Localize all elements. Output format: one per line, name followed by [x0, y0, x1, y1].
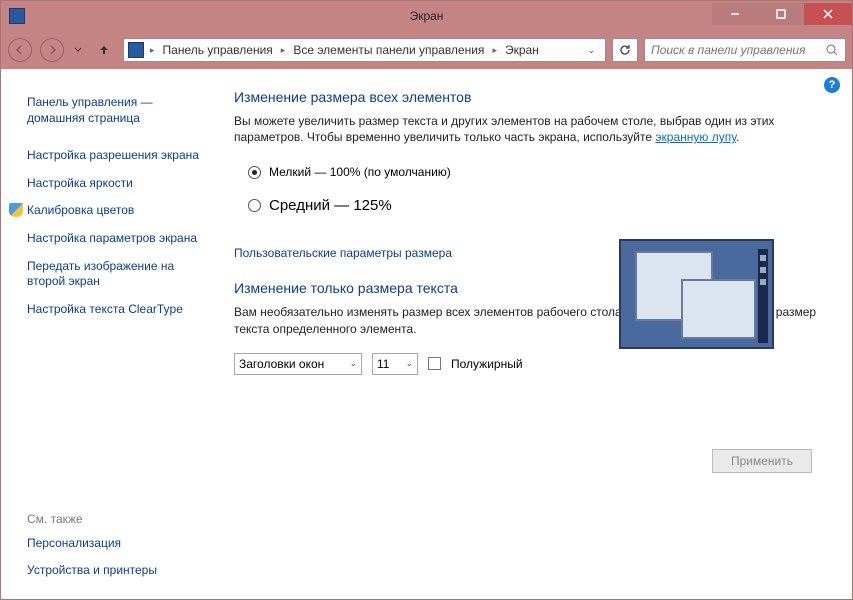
help-icon[interactable]: ? [824, 77, 840, 93]
minimize-button[interactable] [712, 3, 758, 25]
breadcrumb-separator: ▸ [146, 45, 159, 56]
window-title: Экран [410, 9, 444, 23]
apply-button[interactable]: Применить [712, 449, 812, 473]
back-arrow-icon [8, 38, 32, 62]
forward-button[interactable] [39, 37, 65, 63]
sidebar-link-project[interactable]: Передать изображение на второй экран [27, 253, 206, 296]
window-controls [712, 7, 852, 25]
titlebar[interactable]: Экран [1, 1, 852, 31]
sidebar-link-display-settings[interactable]: Настройка параметров экрана [27, 225, 206, 253]
address-dropdown-icon[interactable]: ⌄ [581, 45, 601, 56]
breadcrumb-separator: ▸ [488, 45, 501, 56]
content-area: ? Панель управления — домашняя страница … [1, 69, 852, 599]
forward-arrow-icon [40, 38, 64, 62]
breadcrumb-item[interactable]: Все элементы панели управления [291, 43, 486, 57]
sidebar-link-brightness[interactable]: Настройка яркости [27, 170, 206, 198]
address-bar[interactable]: ▸ Панель управления ▸ Все элементы панел… [123, 38, 606, 62]
maximize-icon [776, 9, 786, 19]
magnifier-link[interactable]: экранную лупу [655, 130, 736, 144]
refresh-icon [618, 43, 632, 57]
sidebar-link-resolution[interactable]: Настройка разрешения экрана [27, 142, 206, 170]
chevron-down-icon: ⌄ [405, 358, 413, 369]
breadcrumb-item[interactable]: Экран [503, 43, 541, 57]
see-also-heading: См. также [27, 504, 206, 530]
see-also-personalization[interactable]: Персонализация [27, 530, 206, 558]
chevron-down-icon: ⌄ [349, 358, 357, 369]
sidebar-link-cleartype[interactable]: Настройка текста ClearType [27, 296, 206, 324]
radio-icon [248, 199, 261, 212]
search-box[interactable] [644, 38, 846, 62]
radio-label: Мелкий — 100% (по умолчанию) [269, 165, 451, 179]
desc-resize-all: Вы можете увеличить размер текста и друг… [234, 113, 822, 145]
maximize-button[interactable] [758, 3, 804, 25]
search-input[interactable] [651, 43, 825, 57]
bold-checkbox[interactable] [428, 357, 441, 370]
breadcrumb-separator: ▸ [277, 45, 290, 56]
bold-label: Полужирный [451, 357, 523, 371]
sidebar: Панель управления — домашняя страница На… [1, 69, 216, 599]
select-value: Заголовки окон [239, 357, 324, 371]
minimize-icon [730, 9, 740, 19]
select-value: 11 [377, 357, 389, 371]
up-arrow-icon [98, 44, 110, 56]
up-button[interactable] [91, 37, 117, 63]
back-button[interactable] [7, 37, 33, 63]
sidebar-link-calibration[interactable]: Калибровка цветов [27, 197, 206, 225]
history-dropdown[interactable] [71, 37, 85, 63]
preview-illustration [619, 239, 774, 349]
radio-label: Средний — 125% [269, 197, 392, 214]
close-button[interactable] [804, 3, 852, 25]
radio-option-medium[interactable]: Средний — 125% [234, 193, 822, 234]
main-panel: Изменение размера всех элементов Вы може… [216, 69, 852, 599]
desc-text: . [736, 130, 739, 144]
refresh-button[interactable] [612, 38, 638, 62]
breadcrumb-item[interactable]: Панель управления [161, 43, 275, 57]
size-select[interactable]: 11 ⌄ [372, 353, 418, 375]
window-frame: Экран [0, 0, 853, 600]
location-icon [128, 42, 144, 58]
heading-resize-all: Изменение размера всех элементов [234, 89, 822, 105]
close-icon [823, 9, 833, 19]
chevron-down-icon [74, 47, 82, 53]
see-also-devices[interactable]: Устройства и принтеры [27, 557, 206, 585]
search-icon [825, 43, 839, 57]
sidebar-home-link[interactable]: Панель управления — домашняя страница [27, 89, 206, 132]
radio-icon [248, 166, 261, 179]
app-icon [9, 8, 25, 24]
navigation-bar: ▸ Панель управления ▸ Все элементы панел… [1, 31, 852, 69]
text-size-controls: Заголовки окон ⌄ 11 ⌄ Полужирный [234, 353, 822, 375]
element-select[interactable]: Заголовки окон ⌄ [234, 353, 362, 375]
radio-option-small[interactable]: Мелкий — 100% (по умолчанию) [234, 161, 822, 193]
